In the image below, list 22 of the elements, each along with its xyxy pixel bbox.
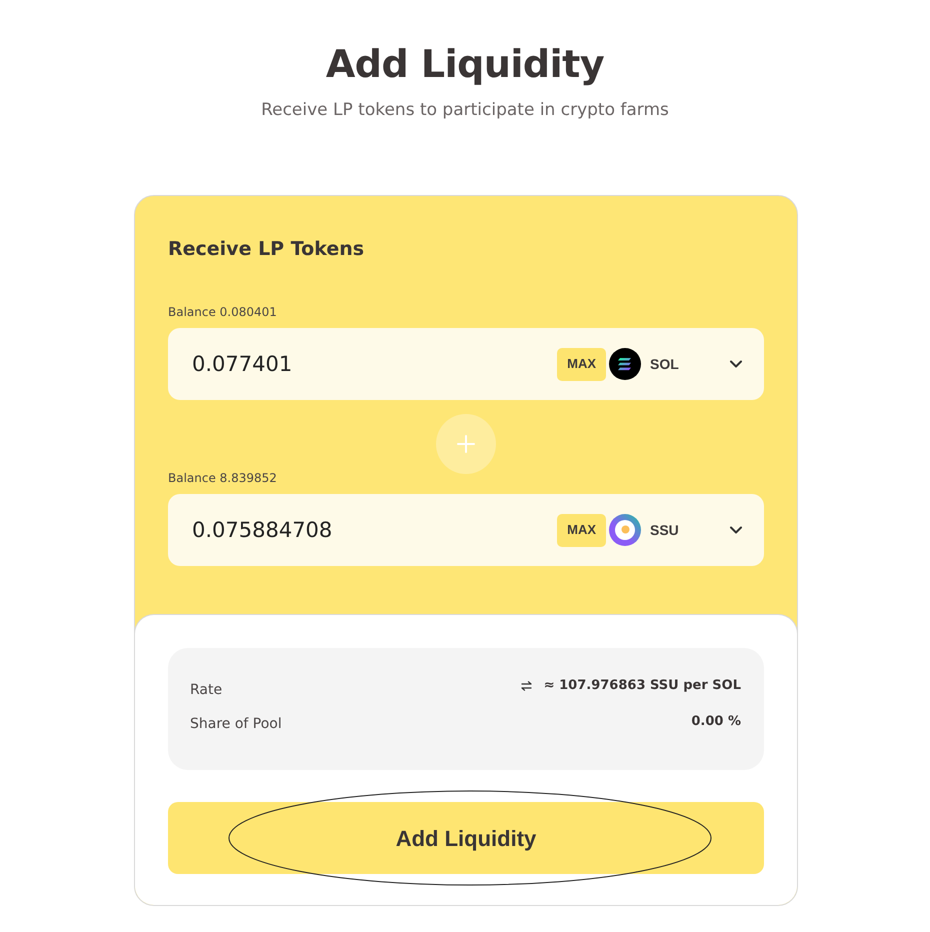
balance-label: Balance 0.080401 <box>168 304 278 320</box>
token-select-button[interactable]: SSU <box>609 512 742 548</box>
card-title: Receive LP Tokens <box>168 237 366 262</box>
summary-label: Share of Pool <box>190 715 282 734</box>
plus-icon <box>436 414 496 474</box>
chevron-down-icon <box>730 526 742 534</box>
page-title: Add Liquidity <box>326 41 604 88</box>
balance-label: Balance 8.839852 <box>168 470 278 486</box>
amount-input[interactable]: 0.075884708 <box>192 516 558 544</box>
swap-arrows-icon[interactable] <box>520 681 532 691</box>
summary-value: ≈ 107.976863 SSU per SOL <box>544 677 741 695</box>
summary-label: Rate <box>190 681 222 700</box>
page-subtitle: Receive LP tokens to participate in crypto farms <box>261 99 669 122</box>
summary-value: 0.00 % <box>691 713 741 731</box>
chevron-down-icon <box>730 360 742 368</box>
add-liquidity-button[interactable]: Add Liquidity <box>168 802 764 874</box>
ring-coin-icon <box>609 514 641 546</box>
token-select-button[interactable]: SOL <box>609 346 742 382</box>
striped-coin-icon <box>609 348 641 380</box>
max-button[interactable]: MAX <box>557 348 606 380</box>
amount-input[interactable]: 0.077401 <box>192 350 558 378</box>
max-button[interactable]: MAX <box>557 514 606 546</box>
